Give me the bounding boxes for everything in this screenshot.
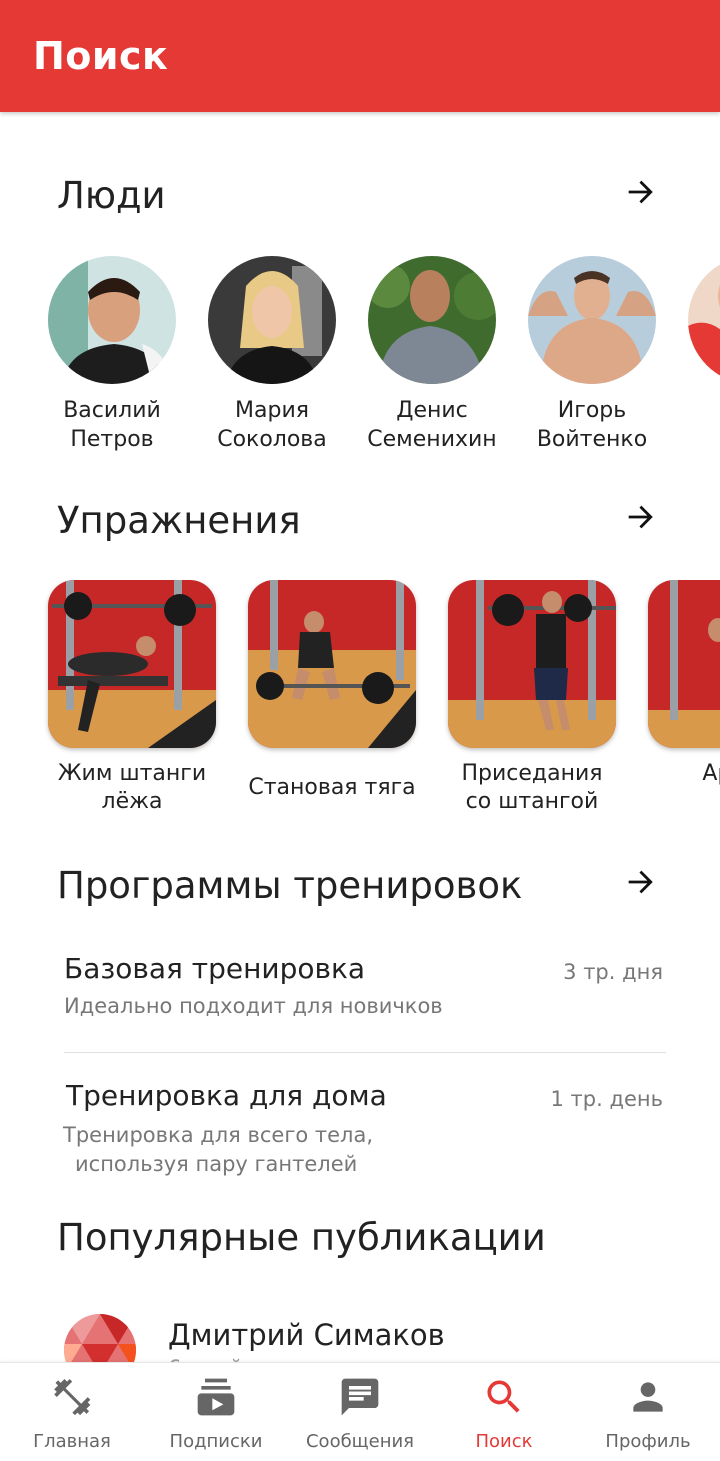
exercise-name: Приседания со штангой <box>461 761 603 814</box>
person-name: Василий Петров <box>63 398 161 452</box>
program-days: 3 тр. дня <box>563 960 663 984</box>
exercises-carousel[interactable]: Жим штанги лёжа Становая тяга Приседания… <box>0 580 720 830</box>
person-card[interactable]: Денис Семенихин <box>352 256 512 454</box>
person-icon <box>633 1382 663 1412</box>
person-name: ВП <box>672 396 720 454</box>
person-name: Мария Соколова <box>217 398 327 452</box>
exercise-card[interactable]: Жим штанги лёжа <box>37 580 227 818</box>
people-more-arrow-icon[interactable] <box>620 172 660 212</box>
exercise-name: Становая тяга <box>248 775 416 800</box>
nav-label: Подписки <box>169 1431 263 1452</box>
person-name: Игорь Войтенко <box>536 398 648 452</box>
divider <box>64 1052 666 1053</box>
nav-messages[interactable]: Сообщения <box>288 1363 432 1461</box>
bottom-navigation: Главная Подписки Сообщения Поиск Профиль <box>0 1362 720 1460</box>
people-section-title: Люди <box>57 174 166 217</box>
programs-section-title: Программы тренировок <box>57 864 523 907</box>
page-title: Поиск <box>33 34 169 78</box>
person-name: Денис Семенихин <box>367 398 497 452</box>
exercises-more-arrow-icon[interactable] <box>620 497 660 537</box>
exercise-card[interactable]: Становая тяга <box>237 580 427 818</box>
exercise-image <box>648 580 720 748</box>
program-description: Тренировка для всего тела, используя пар… <box>63 1123 374 1176</box>
person-card[interactable]: Мария Соколова <box>192 256 352 454</box>
exercise-image <box>248 580 416 748</box>
exercise-name: Жим штанги лёжа <box>57 761 207 814</box>
exercise-image <box>448 580 616 748</box>
nav-label: Сообщения <box>305 1431 415 1452</box>
avatar <box>208 256 336 384</box>
person-card[interactable]: ВП <box>672 256 720 454</box>
nav-home[interactable]: Главная <box>0 1363 144 1461</box>
avatar <box>528 256 656 384</box>
person-card[interactable]: Василий Петров <box>32 256 192 454</box>
post-author[interactable]: Дмитрий Симаков <box>168 1318 445 1352</box>
programs-more-arrow-icon[interactable] <box>620 862 660 902</box>
search-icon <box>487 1380 520 1413</box>
publications-section-title: Популярные публикации <box>57 1216 546 1259</box>
subscriptions-icon <box>197 1378 235 1416</box>
avatar <box>368 256 496 384</box>
program-title: Тренировка для дома <box>66 1079 387 1112</box>
avatar <box>48 256 176 384</box>
nav-label: Главная <box>33 1431 111 1452</box>
program-description: Идеально подходит для новичков <box>64 994 443 1018</box>
exercise-card[interactable]: Армеж <box>637 580 720 818</box>
person-card[interactable]: Игорь Войтенко <box>512 256 672 454</box>
dumbbell-icon <box>54 1379 91 1416</box>
nav-search[interactable]: Поиск <box>432 1363 576 1461</box>
avatar <box>688 256 720 384</box>
nav-subscriptions[interactable]: Подписки <box>144 1363 288 1461</box>
program-title: Базовая тренировка <box>64 952 366 985</box>
app-bar: Поиск <box>0 0 720 112</box>
exercise-card[interactable]: Приседания со штангой <box>437 580 627 818</box>
exercises-section-title: Упражнения <box>57 499 301 542</box>
message-icon <box>341 1378 379 1416</box>
nav-label: Поиск <box>475 1431 533 1452</box>
people-carousel[interactable]: Василий Петров Мария Соколова Денис Семе… <box>0 256 720 466</box>
program-days: 1 тр. день <box>550 1087 664 1111</box>
nav-profile[interactable]: Профиль <box>576 1363 720 1461</box>
exercise-name: Армеж <box>702 761 720 786</box>
exercise-image <box>48 580 216 748</box>
nav-label: Профиль <box>605 1431 691 1452</box>
